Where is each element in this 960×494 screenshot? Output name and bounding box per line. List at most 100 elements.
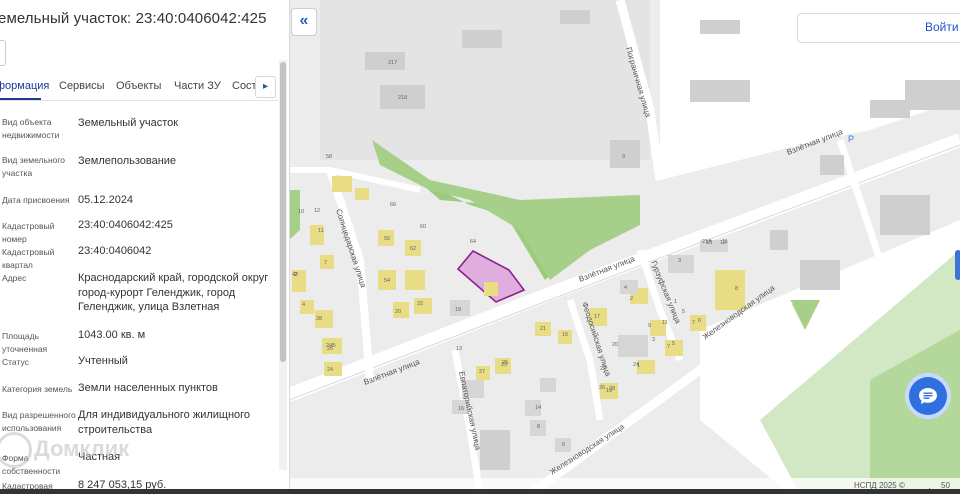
panel-scroll-thumb[interactable]: [280, 62, 286, 362]
row-value-object-type: Земельный участок: [78, 117, 179, 129]
building-east-1: [690, 80, 750, 102]
row-label-parcel-kind: Вид земельного участка: [2, 155, 66, 178]
right-side-tab[interactable]: [955, 250, 960, 280]
building-number: 22: [600, 366, 606, 372]
building-number: 20: [612, 342, 618, 348]
row-value-parcel-kind: Землепользование: [78, 155, 177, 167]
building-number: 56: [384, 236, 390, 242]
building-number: 24Б: [326, 343, 336, 349]
building-number: 8: [537, 424, 540, 430]
building-number: 3: [678, 258, 681, 264]
row-label-cadastral-quarter: Кадастровый квартал: [2, 247, 55, 270]
building-number: 28: [316, 316, 322, 322]
map-canvas[interactable]: Взлётная улица Взлётная улица Взлётная у…: [289, 0, 960, 494]
building-number: 15: [562, 332, 568, 338]
building-number: 24: [327, 367, 333, 373]
building-number: 21: [540, 326, 546, 332]
chat-button[interactable]: [909, 377, 947, 415]
building-number: 4: [624, 285, 627, 291]
building-number: 42: [292, 272, 298, 278]
building-east-6: [880, 195, 930, 235]
row-label-object-type: Вид объекта недвижимости: [2, 117, 60, 140]
building-number: 66: [390, 202, 396, 208]
building-number: 1: [674, 299, 677, 305]
building-217: [365, 52, 405, 70]
building-g6: [618, 335, 648, 357]
building-number: 12: [314, 208, 320, 214]
building-north-1: [462, 30, 502, 48]
row-value-address: Краснодарский край, городской округ горо…: [78, 272, 269, 313]
building-number: 8: [735, 286, 738, 292]
building-number: 9: [648, 323, 651, 329]
row-label-area: Площадь уточненная: [2, 331, 48, 354]
building-number: 217: [388, 60, 397, 66]
row-value-assignment-date: 05.12.2024: [78, 194, 134, 206]
building-number: 58: [326, 154, 332, 160]
building-number: 16: [458, 406, 464, 412]
parcel-building: [484, 282, 498, 296]
building-number: 26: [599, 385, 605, 391]
building-number: 60: [420, 224, 426, 230]
panel-tabs: формация Сервисы Объекты Части ЗУ Состав: [0, 76, 278, 101]
building-number: 28: [609, 386, 615, 392]
row-label-assignment-date: Дата присвоения: [2, 195, 70, 205]
building-number: 21А: [702, 239, 712, 245]
building-number: 22: [417, 301, 423, 307]
title-action-box[interactable]: [0, 40, 6, 66]
building-g1: [540, 378, 556, 392]
building-number: 6: [698, 318, 701, 324]
building-number: 13: [456, 346, 462, 352]
building-number: 2: [630, 296, 633, 302]
bottom-strip: [0, 489, 960, 494]
building-number: 20: [395, 309, 401, 315]
row-value-cadastral-number: 23:40:0406042:425: [78, 219, 173, 231]
active-tab-underline: [0, 98, 41, 100]
building-number: 27: [479, 369, 485, 375]
tabs-next-button[interactable]: ▸: [255, 76, 276, 98]
tab-objects[interactable]: Объекты: [116, 80, 161, 92]
building-number: 5: [682, 309, 685, 315]
building-number: 3: [652, 337, 655, 343]
info-panel: емельный участок: 23:40:0406042:425 форм…: [0, 0, 290, 494]
building-number: 11: [722, 239, 728, 245]
watermark-text: Домклик: [34, 436, 130, 461]
building-number: 5: [672, 341, 675, 347]
tab-information[interactable]: формация: [0, 80, 49, 92]
row-value-status: Учтенный: [78, 355, 128, 367]
row-label-cadastral-number: Кадастровый номер: [2, 221, 55, 244]
building-number: 11: [318, 228, 324, 234]
building-y9: [355, 188, 369, 200]
collapse-panel-button[interactable]: «: [291, 8, 317, 36]
row-label-land-category: Категория земель: [2, 384, 73, 394]
tab-parcel-parts[interactable]: Части ЗУ: [174, 80, 221, 92]
building-number: 11: [662, 320, 668, 326]
building-number: 9: [622, 154, 625, 160]
building-south-1: [480, 430, 510, 470]
industrial-block: [320, 0, 650, 160]
building-number: 6: [562, 442, 565, 448]
building-north-3: [700, 20, 740, 34]
building-number: 10: [298, 209, 304, 215]
row-label-address: Адрес: [2, 273, 27, 283]
building-number: 7: [667, 344, 670, 350]
building-east-3: [905, 80, 960, 110]
building-number: 14: [535, 405, 541, 411]
building-number: 7: [692, 320, 695, 326]
building-y26: [715, 270, 745, 310]
login-link[interactable]: Войти: [925, 20, 959, 34]
building-east-5: [800, 260, 840, 290]
building-number: 17: [594, 314, 600, 320]
building-number: 62: [410, 246, 416, 252]
building-north-2: [560, 10, 590, 24]
row-label-status: Статус: [2, 357, 29, 367]
building-number: 64: [470, 239, 476, 245]
building-number: 4: [302, 302, 305, 308]
chat-icon: [919, 388, 937, 404]
building-number: 54: [384, 278, 390, 284]
building-number: 18: [455, 307, 461, 313]
tab-services[interactable]: Сервисы: [59, 80, 105, 92]
building-east-2: [870, 100, 910, 118]
panel-title: емельный участок: 23:40:0406042:425: [0, 10, 267, 27]
building-y13: [405, 270, 425, 290]
map-svg[interactable]: Взлётная улица Взлётная улица Взлётная у…: [289, 0, 960, 494]
